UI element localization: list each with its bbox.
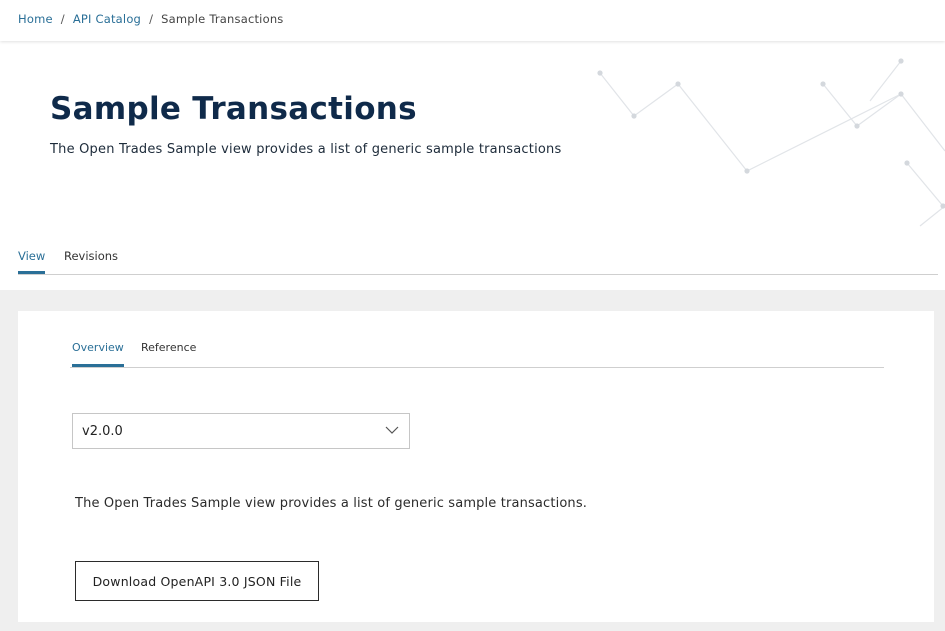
breadcrumb-bar: Home / API Catalog / Sample Transactions	[0, 0, 945, 41]
network-pattern-decoration	[597, 58, 945, 227]
breadcrumb-home-link[interactable]: Home	[18, 12, 53, 26]
breadcrumb-separator: /	[60, 12, 65, 26]
version-select-value: v2.0.0	[82, 424, 123, 439]
breadcrumb-api-catalog-link[interactable]: API Catalog	[73, 12, 141, 26]
breadcrumb: Home / API Catalog / Sample Transactions	[18, 12, 284, 26]
tab-overview[interactable]: Overview	[72, 341, 124, 367]
api-description: The Open Trades Sample view provides a l…	[75, 496, 588, 511]
tab-reference[interactable]: Reference	[141, 341, 196, 367]
chevron-down-icon	[385, 426, 399, 434]
download-openapi-button[interactable]: Download OpenAPI 3.0 JSON File	[75, 561, 319, 601]
breadcrumb-current-page: Sample Transactions	[161, 12, 284, 26]
sub-tabs: Overview Reference	[70, 339, 884, 368]
tab-revisions[interactable]: Revisions	[64, 249, 118, 274]
tab-view[interactable]: View	[18, 249, 46, 274]
version-select[interactable]: v2.0.0	[72, 413, 410, 449]
page-subtitle: The Open Trades Sample view provides a l…	[50, 142, 562, 157]
overview-card: Overview Reference v2.0.0 The Open Trade…	[18, 311, 934, 622]
main-tabs: View Revisions	[18, 246, 938, 275]
page-header: Sample Transactions The Open Trades Samp…	[0, 41, 945, 231]
breadcrumb-separator: /	[149, 12, 154, 26]
page-title: Sample Transactions	[50, 91, 417, 127]
